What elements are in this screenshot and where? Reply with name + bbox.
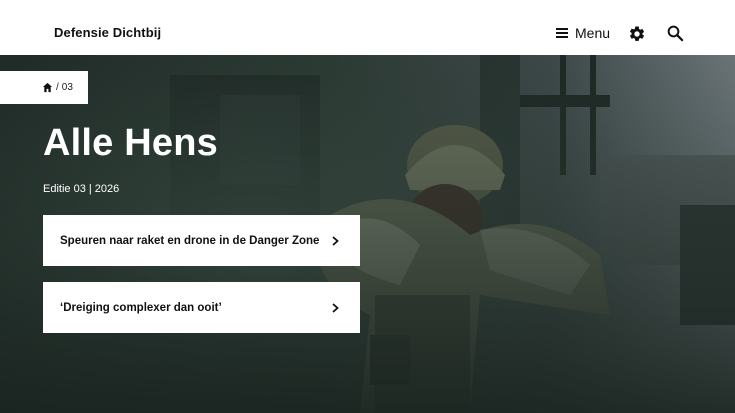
breadcrumb-current: 03 [61, 82, 73, 93]
page-title: Alle Hens [43, 122, 218, 164]
hamburger-icon [556, 28, 568, 38]
chevron-right-icon [332, 303, 339, 313]
home-icon[interactable] [42, 82, 53, 93]
menu-label: Menu [575, 25, 611, 41]
site-title[interactable]: Defensie Dichtbij [54, 24, 161, 42]
article-link-label: ‘Dreiging complexer dan ooit’ [60, 301, 222, 314]
article-link-danger-zone[interactable]: Speuren naar raket en drone in de Danger… [43, 215, 360, 266]
gear-icon[interactable] [628, 25, 646, 43]
chevron-right-icon [332, 236, 339, 246]
search-icon[interactable] [666, 24, 684, 42]
article-link-label: Speuren naar raket en drone in de Danger… [60, 234, 320, 247]
menu-button[interactable]: Menu [556, 22, 610, 44]
edition-label: Editie 03 | 2026 [43, 183, 120, 195]
breadcrumb-separator: / [56, 82, 59, 93]
site-header: Defensie Dichtbij Menu [0, 0, 735, 55]
article-link-dreiging[interactable]: ‘Dreiging complexer dan ooit’ [43, 282, 360, 333]
hero-section: / 03 Alle Hens Editie 03 | 2026 Speuren … [0, 55, 735, 413]
breadcrumb: / 03 [0, 71, 88, 104]
